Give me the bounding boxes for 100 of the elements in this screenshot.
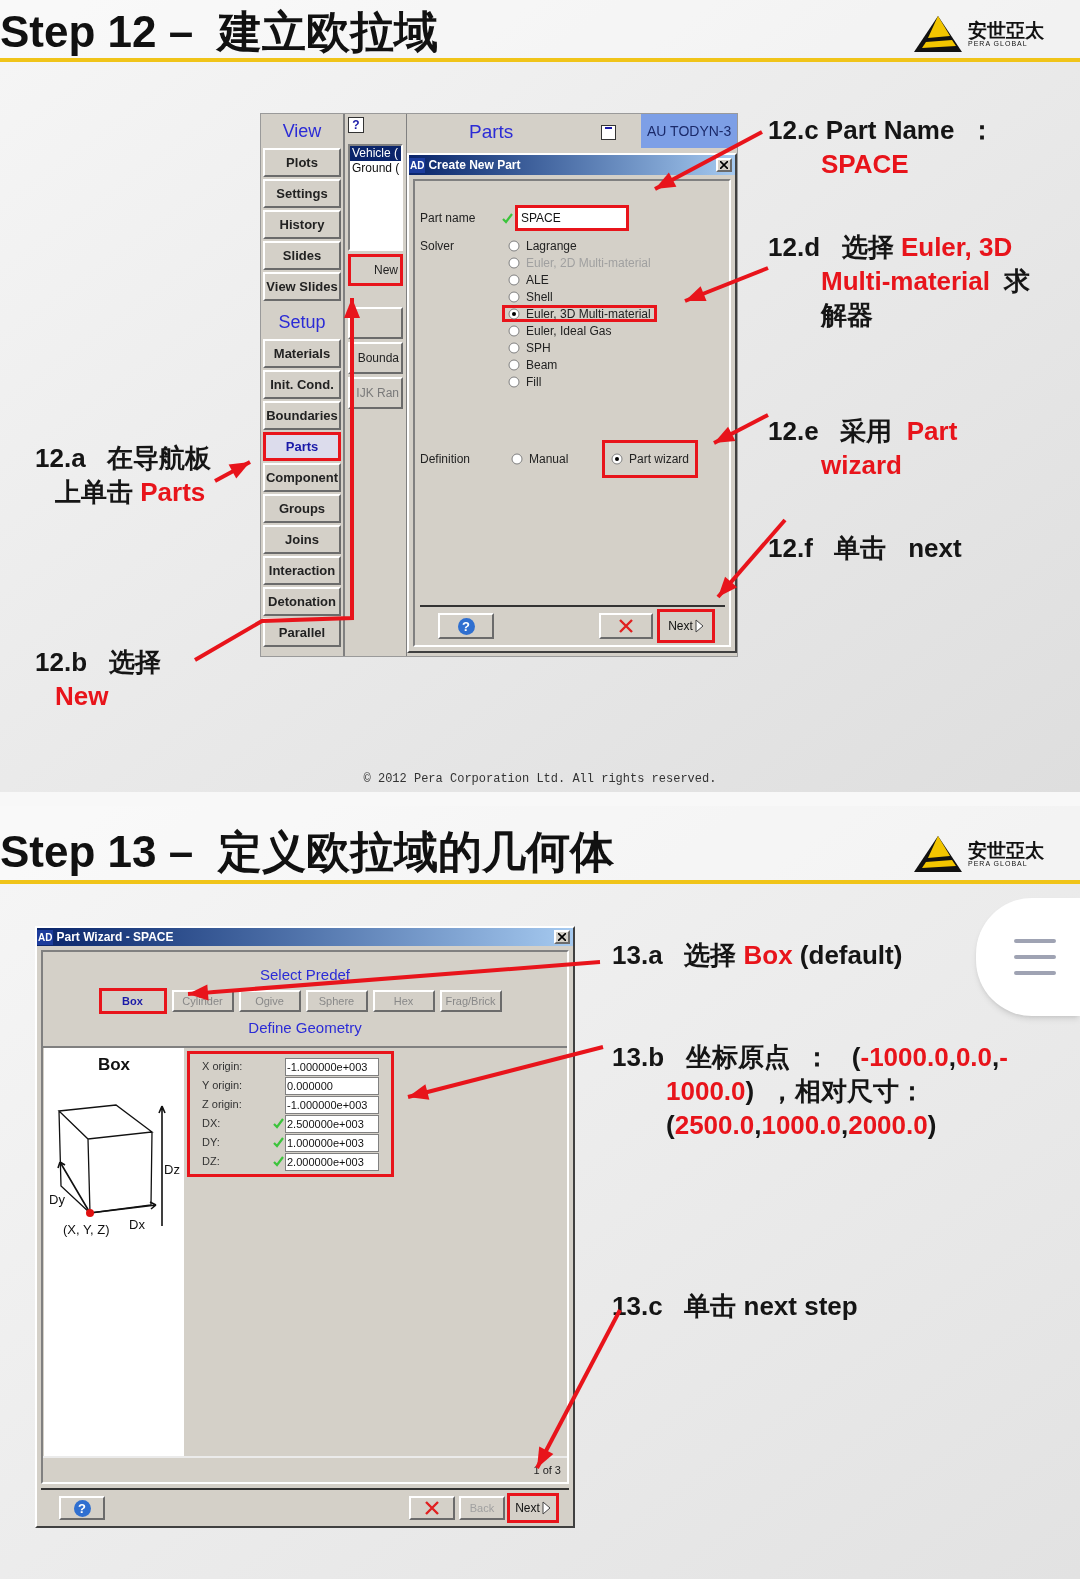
- radio-option[interactable]: Beam: [502, 356, 564, 373]
- callout-text: 12.a 在导航板 上单击 Parts: [35, 442, 212, 509]
- help-button[interactable]: ?: [59, 1496, 105, 1520]
- x-icon: [425, 1501, 439, 1515]
- nav-button[interactable]: Settings: [263, 179, 341, 208]
- radio-button[interactable]: [508, 341, 520, 354]
- section-title: Define Geometry: [248, 1019, 362, 1037]
- menu-button[interactable]: [976, 898, 1080, 1016]
- triangle-icon: [541, 1501, 551, 1515]
- minimize-icon: [605, 125, 613, 130]
- nav-button[interactable]: Plots: [263, 148, 341, 177]
- radio-option[interactable]: Fill: [502, 373, 548, 390]
- list-item[interactable]: Vehicle (: [350, 146, 401, 161]
- number-field[interactable]: 0.000000: [285, 1076, 379, 1095]
- minimize-button[interactable]: [601, 124, 617, 140]
- number-field[interactable]: -1.000000e+003: [285, 1095, 379, 1114]
- nav-section-title: Setup: [277, 310, 327, 334]
- callout-text: 12.e 采用 Part wizard: [768, 415, 958, 482]
- cancel-button[interactable]: [599, 613, 653, 639]
- nav-button[interactable]: Detonation: [263, 587, 341, 616]
- nav-button[interactable]: Joins: [263, 525, 341, 554]
- radio-button[interactable]: [611, 453, 623, 465]
- radio-button[interactable]: [508, 307, 520, 320]
- radio-button[interactable]: [508, 290, 520, 303]
- field-label: Part name: [420, 210, 477, 227]
- nav-button[interactable]: Init. Cond.: [263, 370, 341, 399]
- field-label: Definition: [420, 451, 472, 468]
- nav-button[interactable]: Slides: [263, 241, 341, 270]
- logo-icon: [912, 14, 964, 54]
- text-field[interactable]: SPACE: [515, 205, 629, 231]
- arrow: [713, 413, 769, 445]
- menu-icon: [1014, 938, 1056, 976]
- logo-icon: [912, 834, 964, 874]
- radio-option[interactable]: Part wizard: [602, 440, 699, 478]
- number-field[interactable]: 2.000000e+003: [285, 1152, 379, 1171]
- side-button[interactable]: Bounda: [348, 342, 403, 374]
- nav-button[interactable]: History: [263, 210, 341, 239]
- nav-button[interactable]: Groups: [263, 494, 341, 523]
- nav-button[interactable]: Interaction: [263, 556, 341, 585]
- preview-title: Box: [96, 1054, 132, 1076]
- field-label: X origin:: [201, 1059, 244, 1075]
- panel-title: Parts: [469, 119, 514, 144]
- section-title: Select Predef: [259, 966, 351, 984]
- radio-button[interactable]: [508, 273, 520, 286]
- nav-button[interactable]: Parts: [263, 432, 341, 461]
- slide-title: Step 12 – 建立欧拉域: [0, 10, 438, 54]
- nav-button[interactable]: Component: [263, 463, 341, 492]
- product-tab[interactable]: AU TODYN-3: [641, 114, 737, 148]
- nav-button[interactable]: Materials: [263, 339, 341, 368]
- help-button[interactable]: ?: [438, 613, 494, 639]
- axis-label: Dy: [49, 1191, 65, 1209]
- field-label: DZ:: [201, 1154, 221, 1170]
- axis-label: Dz: [164, 1161, 180, 1179]
- axis-label: Dx: [129, 1216, 145, 1234]
- field-label: Y origin:: [201, 1078, 244, 1094]
- radio-button[interactable]: [508, 358, 520, 371]
- close-button[interactable]: [554, 930, 570, 944]
- logo-name: 安世亞太: [968, 21, 1044, 40]
- help-button[interactable]: ?: [348, 117, 364, 133]
- radio-option[interactable]: Lagrange: [502, 237, 583, 254]
- next-button[interactable]: Next: [507, 1493, 559, 1523]
- logo-name: 安世亞太: [968, 841, 1044, 860]
- app-badge: AD: [409, 157, 426, 173]
- callout-text: 12.f 单击 next: [768, 532, 962, 565]
- radio-button[interactable]: [508, 324, 520, 337]
- callout-text: 12.c Part Name ： SPACE: [768, 114, 995, 181]
- radio-option[interactable]: Shell: [502, 288, 559, 305]
- origin-label: (X, Y, Z): [63, 1221, 110, 1239]
- field-label: DX:: [201, 1116, 222, 1132]
- radio-option[interactable]: SPH: [502, 339, 557, 356]
- radio-option[interactable]: ALE: [502, 271, 555, 288]
- next-button[interactable]: Next: [657, 609, 715, 643]
- side-button[interactable]: New: [348, 254, 403, 286]
- nav-section-title: View: [281, 119, 323, 143]
- radio-button[interactable]: [508, 375, 520, 388]
- window-title: Create New Part: [428, 157, 521, 174]
- list-item[interactable]: Ground (: [350, 161, 401, 176]
- nav-button[interactable]: View Slides: [263, 272, 341, 301]
- radio-option[interactable]: Euler, 3D Multi-material: [502, 305, 657, 322]
- radio-button[interactable]: [508, 239, 520, 252]
- close-icon: [720, 161, 728, 169]
- number-field[interactable]: 1.000000e+003: [285, 1133, 379, 1152]
- callout-text: 12.d 选择 Euler, 3D Multi-material 求 解器: [768, 231, 1031, 332]
- window-title: Part Wizard - SPACE: [56, 929, 174, 946]
- shape-button[interactable]: Box: [98, 988, 167, 1014]
- cancel-button[interactable]: [409, 1496, 455, 1520]
- field-label: Z origin:: [201, 1097, 243, 1113]
- close-icon: [558, 933, 566, 941]
- radio-button[interactable]: [511, 453, 523, 465]
- callout-text: 13.b 坐标原点 ： (-1000.0,0.0,- 1000.0) ，相对尺寸： (2500.0,1000.0,2000.0): [612, 1041, 1008, 1142]
- close-button[interactable]: [716, 158, 732, 172]
- nav-button[interactable]: Boundaries: [263, 401, 341, 430]
- radio-option[interactable]: Manual: [502, 440, 602, 478]
- number-field[interactable]: -1.000000e+003: [285, 1057, 379, 1076]
- radio-option[interactable]: Euler, Ideal Gas: [502, 322, 618, 339]
- callout-text: 13.c 单击 next step: [612, 1290, 858, 1323]
- number-field[interactable]: 2.500000e+003: [285, 1114, 379, 1133]
- field-label: DY:: [201, 1135, 221, 1151]
- field-label: Solver: [420, 238, 455, 255]
- app-badge: AD: [37, 929, 54, 945]
